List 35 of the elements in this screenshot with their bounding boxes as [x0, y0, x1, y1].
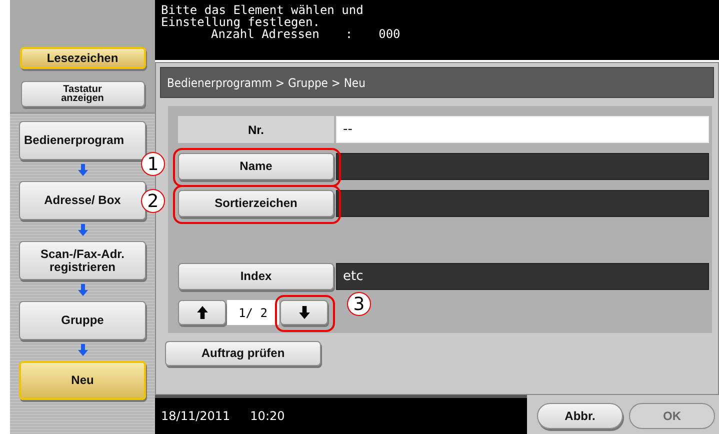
breadcrumb: Bedienerprogramm > Gruppe > Neu	[160, 67, 714, 98]
step-button[interactable]: Gruppe	[19, 301, 146, 340]
page-indicator: 1/ 2	[227, 300, 279, 325]
step-button[interactable]: Scan-/Fax-Adr. registrieren	[19, 241, 146, 280]
page-up-button[interactable]	[178, 300, 226, 325]
address-count: 000	[378, 28, 400, 40]
down-arrow-icon	[298, 306, 310, 319]
check-job-button[interactable]: Auftrag prüfen	[165, 341, 321, 366]
instruction-text: Bitte das Element wählen und	[161, 4, 364, 16]
time-text: 10:20	[250, 409, 285, 423]
input-field[interactable]	[336, 153, 709, 180]
up-arrow-icon	[196, 306, 208, 319]
keyboard-button[interactable]: Tastatur anzeigen	[20, 81, 144, 107]
bookmark-button[interactable]: Lesezeichen	[20, 47, 146, 69]
input-field: --	[336, 116, 709, 143]
page-down-button[interactable]	[280, 300, 328, 325]
count-separator: :	[345, 28, 353, 40]
down-arrow-icon	[76, 164, 88, 176]
highlight-outline	[275, 295, 335, 332]
instruction-text: Einstellung festlegen.	[161, 16, 321, 28]
count-label: Anzahl Adressen	[211, 28, 320, 40]
field-button[interactable]: Index	[178, 263, 334, 290]
step-button[interactable]: Adresse/ Box	[19, 181, 146, 220]
date-text: 18/11/2011	[161, 409, 230, 423]
input-field[interactable]: etc	[336, 263, 709, 290]
step-button[interactable]: Bedienerprogram	[19, 121, 146, 160]
field-button[interactable]: Name	[178, 153, 334, 180]
down-arrow-icon	[76, 224, 88, 236]
field-button[interactable]: Sortierzeichen	[178, 190, 334, 217]
down-arrow-icon	[76, 284, 88, 296]
dialog-button[interactable]: Abbr.	[537, 403, 623, 429]
step-button[interactable]: Neu	[19, 361, 146, 400]
input-field[interactable]	[336, 190, 709, 217]
field-label: Nr.	[178, 116, 334, 143]
down-arrow-icon	[76, 344, 88, 356]
